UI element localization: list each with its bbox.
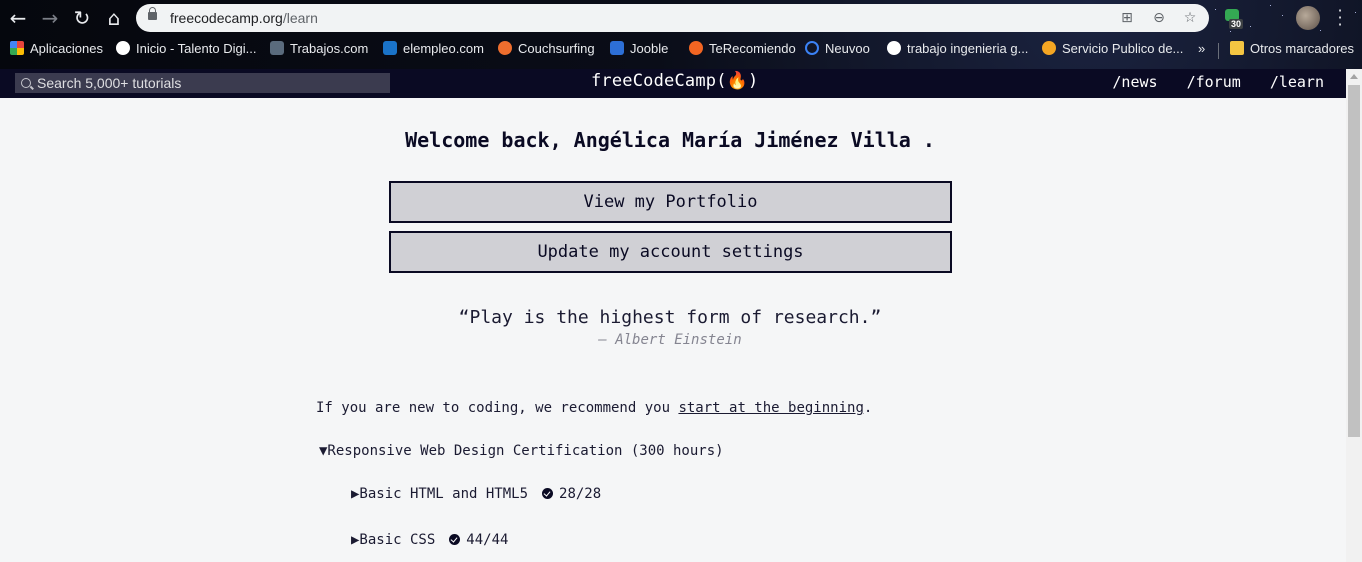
neuvoo-icon [805,41,819,55]
couchsurfing-icon [498,41,512,55]
bookmark-item[interactable]: TeRecomiendo [689,41,796,59]
main-content: Welcome back, Angélica María Jiménez Vil… [0,98,1346,562]
browser-chrome: ← → ↻ ⌂ freecodecamp.org/learn ⊞ ⊖ ☆ 30 … [0,0,1362,69]
scrollbar-thumb[interactable] [1348,85,1360,437]
superblock-item[interactable]: ▶Basic HTML and HTML5 28/28 [351,486,601,502]
translate-icon[interactable]: ⊞ [1118,9,1136,27]
bookmark-item[interactable]: elempleo.com [383,41,484,59]
extension-icon[interactable]: 30 [1222,6,1246,30]
extension-badge: 30 [1229,19,1244,29]
search-input[interactable]: Search 5,000+ tutorials [15,73,390,93]
forward-icon[interactable]: → [38,6,62,30]
bookmark-item[interactable]: Trabajos.com [270,41,368,59]
lock-icon [148,7,157,20]
certification-toggle[interactable]: ▼Responsive Web Design Certification (30… [319,443,724,459]
profile-avatar[interactable] [1296,6,1320,30]
bookmark-item[interactable]: Inicio - Talento Digi... [116,41,256,59]
bookmark-star-icon[interactable]: ☆ [1181,9,1199,27]
home-icon[interactable]: ⌂ [102,6,126,30]
address-bar[interactable]: freecodecamp.org/learn ⊞ ⊖ ☆ [136,4,1209,32]
welcome-heading: Welcome back, Angélica María Jiménez Vil… [405,128,935,152]
url-text[interactable]: freecodecamp.org/learn [170,10,318,26]
bookmark-item[interactable]: Couchsurfing [498,41,595,59]
bookmark-item[interactable]: Neuvoo [805,41,870,59]
quote-author: — Albert Einstein [598,332,742,348]
quote-text: “Play is the highest form of research.” [458,307,882,328]
site-logo[interactable]: freeCodeCamp(🔥) [591,71,758,91]
servicio-icon [1042,41,1056,55]
bookmark-apps[interactable]: Aplicaciones [10,41,103,59]
folder-icon [1230,41,1244,55]
page-scrollbar[interactable] [1346,69,1362,562]
bookmark-item[interactable]: Servicio Publico de... [1042,41,1183,59]
nav-links: /news /forum /learn [1092,73,1324,91]
terecomiendo-icon [689,41,703,55]
intro-text: If you are new to coding, we recommend y… [316,400,873,416]
nav-link-news[interactable]: /news [1112,73,1157,91]
check-circle-icon [449,534,461,545]
bookmark-item[interactable]: Jooble [610,41,668,59]
bookmarks-bar: Aplicaciones Inicio - Talento Digi... Tr… [0,37,1362,63]
google-icon [887,41,901,55]
trabajos-icon [270,41,284,55]
check-circle-icon [542,488,554,499]
search-icon [21,78,31,88]
block-progress: 44/44 [466,532,509,548]
nav-link-forum[interactable]: /forum [1187,73,1241,91]
nav-link-learn[interactable]: /learn [1270,73,1324,91]
elempleo-icon [383,41,397,55]
start-beginning-link[interactable]: start at the beginning [678,400,863,416]
block-progress: 28/28 [559,486,602,502]
bookmarks-overflow-button[interactable]: » [1198,41,1205,59]
bookmarks-divider [1218,43,1219,59]
bookmark-item[interactable]: trabajo ingenieria g... [887,41,1028,59]
reload-icon[interactable]: ↻ [70,6,94,30]
apps-grid-icon [10,41,24,55]
jooble-icon [610,41,624,55]
site-navbar: Search 5,000+ tutorials freeCodeCamp(🔥) … [0,69,1362,98]
browser-menu-icon[interactable]: · · · [1333,3,1347,33]
zoom-icon[interactable]: ⊖ [1150,9,1168,27]
globe-icon [116,41,130,55]
back-icon[interactable]: ← [6,6,30,30]
account-settings-button[interactable]: Update my account settings [389,231,952,273]
scroll-up-arrow-icon[interactable] [1350,74,1358,79]
view-portfolio-button[interactable]: View my Portfolio [389,181,952,223]
other-bookmarks[interactable]: Otros marcadores [1230,41,1354,59]
superblock-item[interactable]: ▶Basic CSS 44/44 [351,532,508,548]
